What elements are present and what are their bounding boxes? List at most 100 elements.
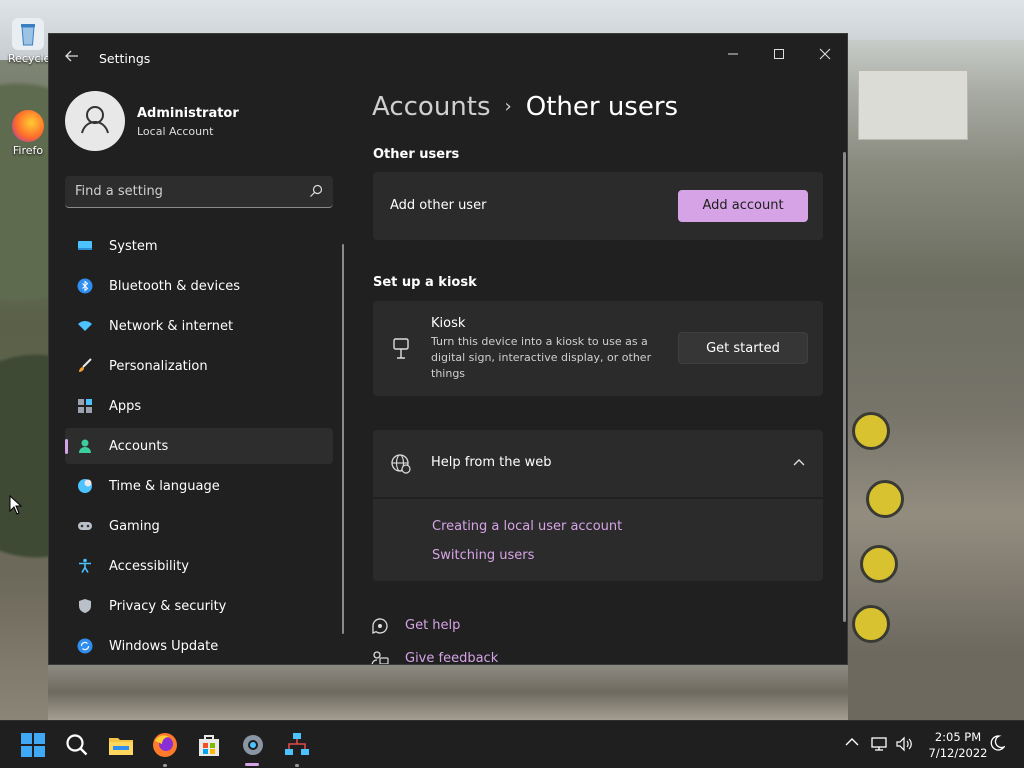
accessibility-icon <box>79 558 91 573</box>
back-button[interactable] <box>61 48 83 70</box>
ethernet-icon <box>871 737 887 751</box>
sidebar-item-label: System <box>109 239 158 254</box>
profile-account-type: Local Account <box>137 125 214 138</box>
avatar[interactable] <box>65 91 125 151</box>
profile-name: Administrator <box>137 106 239 121</box>
desktop-firefox[interactable]: Firefo <box>8 110 48 157</box>
sidebar-item-label: Personalization <box>109 359 208 374</box>
sidebar-scrollbar[interactable] <box>342 244 344 634</box>
search-box[interactable] <box>65 176 333 208</box>
sidebar-item-privacy-security[interactable]: Privacy & security <box>65 588 333 624</box>
sidebar-item-accessibility[interactable]: Accessibility <box>65 548 333 584</box>
section-title-other-users: Other users <box>373 147 460 162</box>
clock-time: 2:05 PM <box>934 730 982 744</box>
system-icon <box>78 241 92 250</box>
taskbar-settings[interactable] <box>239 731 267 759</box>
chevron-up-icon <box>845 738 859 746</box>
link-creating-local-account[interactable]: Creating a local user account <box>432 519 622 534</box>
add-other-user-card: Add other user Add account <box>373 172 823 240</box>
wallpaper-ferris-car <box>860 545 898 583</box>
taskbar-clock[interactable]: 2:05 PM 7/12/2022 <box>920 729 996 761</box>
search-input[interactable] <box>75 176 295 206</box>
sidebar-item-label: Privacy & security <box>109 599 227 614</box>
content-scrollbar[interactable] <box>843 152 846 622</box>
close-button[interactable] <box>805 42 845 72</box>
sidebar-item-personalization[interactable]: Personalization <box>65 348 333 384</box>
help-from-web-header[interactable]: Help from the web <box>373 430 823 497</box>
store-icon <box>199 735 219 756</box>
taskbar-network-tool[interactable] <box>283 731 311 759</box>
wallpaper-ferris-car <box>852 605 890 643</box>
volume-tray-button[interactable] <box>895 735 913 753</box>
user-icon <box>81 106 109 134</box>
network-tool-icon <box>285 733 309 755</box>
taskbar-search-button[interactable] <box>63 731 91 759</box>
add-other-user-label: Add other user <box>390 198 487 213</box>
network-icon <box>78 321 92 331</box>
get-started-button[interactable]: Get started <box>678 332 808 364</box>
sidebar-item-label: Accessibility <box>109 559 189 574</box>
focus-assist-button[interactable] <box>988 735 1006 753</box>
wallpaper-ferris-car <box>866 480 904 518</box>
maximize-button[interactable] <box>759 42 799 72</box>
sidebar-item-label: Gaming <box>109 519 160 534</box>
desktop-icon-label: Firefo <box>12 144 44 157</box>
taskbar-firefox[interactable] <box>151 731 179 759</box>
add-account-button[interactable]: Add account <box>678 190 808 222</box>
sidebar-item-time-language[interactable]: Time & language <box>65 468 333 504</box>
wallpaper-ground <box>48 665 848 720</box>
apps-icon <box>78 399 92 413</box>
sidebar-nav: System Bluetooth & devices Network & int… <box>65 228 333 664</box>
gaming-icon <box>78 522 92 530</box>
settings-window: Settings Administrator Local Account Sys… <box>48 33 848 665</box>
get-help-link[interactable]: Get help <box>405 618 460 633</box>
sidebar-item-label: Network & internet <box>109 319 234 334</box>
show-hidden-icons-button[interactable] <box>843 735 861 753</box>
link-switching-users[interactable]: Switching users <box>432 548 534 563</box>
bluetooth-icon <box>77 278 93 294</box>
firefox-icon <box>12 110 44 142</box>
volume-icon <box>896 736 912 752</box>
sidebar-item-system[interactable]: System <box>65 228 333 264</box>
desktop-recycle-bin[interactable]: Recycle <box>8 18 51 65</box>
feedback-icon <box>371 651 389 664</box>
network-tray-button[interactable] <box>870 735 888 753</box>
breadcrumb: Accounts › Other users <box>372 92 678 122</box>
title-bar[interactable]: Settings <box>49 34 847 82</box>
sidebar-item-label: Time & language <box>109 479 220 494</box>
accounts-icon <box>79 439 91 453</box>
help-from-web-content: Creating a local user account Switching … <box>373 499 823 581</box>
kiosk-description: Turn this device into a kiosk to use as … <box>431 335 652 380</box>
sidebar-item-windows-update[interactable]: Windows Update <box>65 628 333 664</box>
kiosk-title: Kiosk <box>431 316 466 331</box>
wallpaper-ferris-car <box>852 412 890 450</box>
desktop-icon-label: Recycle <box>8 52 51 65</box>
update-icon <box>77 638 93 654</box>
recycle-bin-icon <box>12 18 44 50</box>
sidebar-item-label: Apps <box>109 399 142 414</box>
sidebar-item-bluetooth[interactable]: Bluetooth & devices <box>65 268 333 304</box>
start-button[interactable] <box>19 731 47 759</box>
sidebar-item-apps[interactable]: Apps <box>65 388 333 424</box>
sidebar-item-label: Windows Update <box>109 639 219 654</box>
taskbar-file-explorer[interactable] <box>107 731 135 759</box>
give-feedback-link[interactable]: Give feedback <box>405 651 498 664</box>
kiosk-icon <box>393 338 409 359</box>
taskbar-store[interactable] <box>195 731 223 759</box>
search-icon[interactable] <box>309 184 323 198</box>
search-icon <box>66 734 88 756</box>
breadcrumb-parent[interactable]: Accounts <box>372 92 491 122</box>
kiosk-card: Kiosk Turn this device into a kiosk to u… <box>373 301 823 396</box>
running-indicator <box>295 764 299 767</box>
minimize-icon <box>728 53 738 55</box>
window-title: Settings <box>99 51 151 66</box>
sidebar-item-accounts[interactable]: Accounts <box>65 428 333 464</box>
mouse-cursor-icon <box>9 495 23 515</box>
chevron-up-icon[interactable] <box>793 458 805 468</box>
clock-date: 7/12/2022 <box>928 746 988 760</box>
minimize-button[interactable] <box>713 42 753 72</box>
file-explorer-icon <box>109 738 133 755</box>
sidebar-item-gaming[interactable]: Gaming <box>65 508 333 544</box>
maximize-icon <box>774 49 784 59</box>
sidebar-item-network[interactable]: Network & internet <box>65 308 333 344</box>
